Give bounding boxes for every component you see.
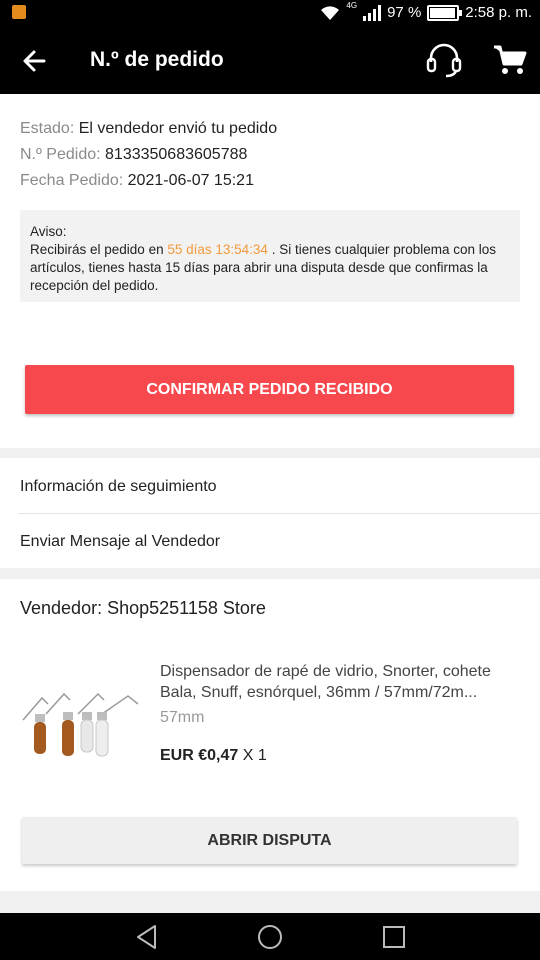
seller-name[interactable]: Vendedor: Shop5251158 Store	[20, 598, 266, 619]
order-status: Estado: El vendedor envió tu pedido	[20, 120, 278, 137]
product-image[interactable]	[18, 680, 150, 776]
nav-recents-icon[interactable]	[380, 923, 408, 951]
nav-home-icon[interactable]	[256, 923, 284, 951]
clock: 2:58 p. m.	[465, 4, 532, 21]
delivery-countdown: 55 días 13:54:34	[167, 242, 268, 257]
tracking-info-link[interactable]: Información de seguimiento	[20, 478, 217, 496]
section-divider	[0, 568, 540, 579]
notice-title: Aviso:	[30, 224, 67, 239]
product-title[interactable]: Dispensador de rapé de vidrio, Snorter, …	[160, 661, 530, 703]
product-quantity: X 1	[242, 747, 267, 764]
battery-icon	[427, 4, 463, 21]
nav-back-icon[interactable]	[133, 923, 161, 951]
product-price: EUR €0,47 X 1	[160, 747, 267, 764]
order-date: Fecha Pedido: 2021-06-07 15:21	[20, 172, 254, 189]
cart-icon[interactable]	[492, 44, 528, 76]
section-divider	[0, 448, 540, 458]
signal-icon	[363, 4, 382, 21]
headset-icon[interactable]	[424, 42, 464, 78]
order-info: Estado: El vendedor envió tu pedido N.º …	[20, 116, 277, 194]
wifi-icon	[321, 5, 340, 20]
product-variant: 57mm	[160, 709, 205, 726]
arrow-left-icon[interactable]	[18, 44, 52, 78]
notification-icon	[12, 5, 26, 19]
notice-box: Aviso: Recibirás el pedido en 55 días 13…	[20, 210, 520, 302]
network-type: 4G	[346, 1, 358, 10]
status-bar: 4G 97 % 2:58 p. m.	[0, 0, 540, 26]
system-nav-bar	[0, 913, 540, 960]
message-seller-link[interactable]: Enviar Mensaje al Vendedor	[20, 533, 220, 551]
battery-percent: 97 %	[387, 4, 422, 21]
order-number: N.º Pedido: 8133350683605788	[20, 146, 248, 163]
notice-text: Recibirás el pedido en 55 días 13:54:34 …	[30, 242, 497, 293]
confirm-received-button[interactable]: CONFIRMAR PEDIDO RECIBIDO	[25, 365, 514, 414]
app-bar: N.º de pedido	[0, 26, 540, 94]
open-dispute-button[interactable]: ABRIR DISPUTA	[22, 817, 517, 864]
page-title: N.º de pedido	[90, 48, 224, 71]
divider	[18, 513, 540, 514]
section-divider	[0, 891, 540, 913]
